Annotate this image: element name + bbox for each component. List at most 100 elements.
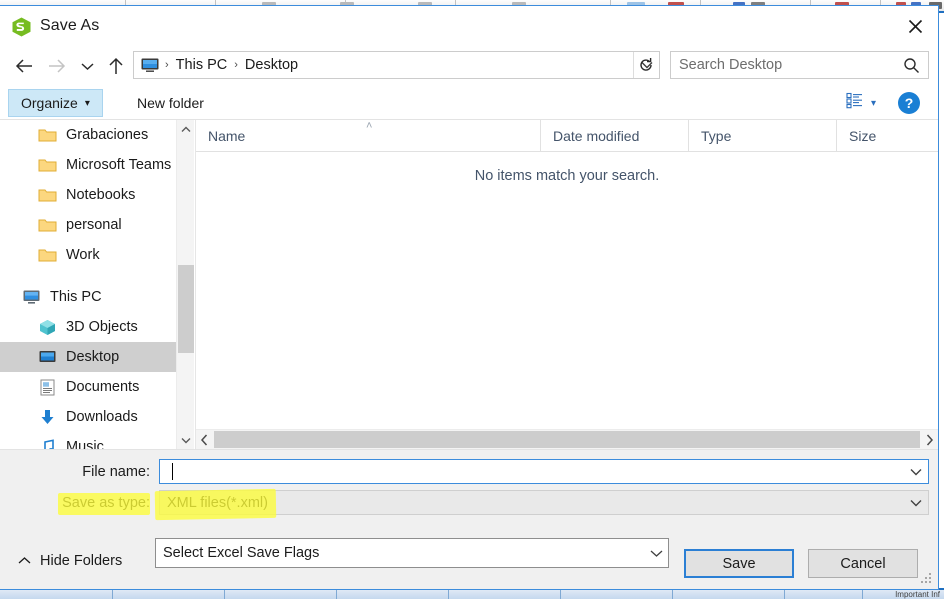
up-one-level-button[interactable] — [102, 52, 130, 80]
column-header-date-modified: Date modified — [541, 119, 689, 152]
search-icon[interactable] — [903, 57, 920, 74]
change-view-button[interactable]: ▾ — [840, 89, 882, 117]
sidebar-item-work[interactable]: Work — [0, 240, 176, 270]
forward-button[interactable] — [42, 52, 70, 80]
file-list-pane: Name Date modified Type Size ˄ No items … — [195, 119, 938, 449]
download-icon — [38, 409, 57, 426]
folder-icon — [38, 217, 57, 234]
sidebar-item-label: Documents — [66, 379, 140, 395]
hide-folders-button[interactable]: Hide Folders — [18, 553, 122, 569]
sidebar-item-microsoft-teams[interactable]: Microsoft Teams — [0, 150, 176, 180]
resize-grip-icon[interactable] — [921, 573, 933, 585]
sidebar-item-downloads[interactable]: Downloads — [0, 402, 176, 432]
chevron-down-icon: ▾ — [870, 97, 876, 109]
organize-button[interactable]: Organize ▾ — [8, 89, 103, 117]
hscroll-right-button[interactable] — [921, 430, 938, 449]
chevron-up-icon — [181, 126, 191, 132]
column-header-row: Name Date modified Type Size ˄ — [196, 119, 938, 152]
background-status-text: Important Inf — [895, 590, 940, 599]
refresh-button[interactable] — [633, 52, 659, 78]
cube-icon — [38, 319, 57, 336]
sidebar-item-label: Downloads — [66, 409, 138, 425]
sidebar-vertical-scrollbar[interactable] — [176, 120, 194, 449]
excel-save-flags-select[interactable]: Select Excel Save Flags — [155, 538, 669, 568]
navigation-pane: Grabaciones Microsoft Teams Notebooks pe… — [0, 120, 176, 449]
chevron-down-icon — [80, 62, 94, 70]
sidebar-item-label: Grabaciones — [66, 127, 149, 143]
breadcrumb-separator-0: › — [165, 59, 169, 71]
folder-icon — [38, 247, 57, 264]
monitor-icon — [140, 57, 160, 73]
search-input[interactable] — [679, 57, 884, 73]
sidebar-item-music[interactable]: Music — [0, 432, 176, 449]
monitor-icon — [22, 289, 41, 306]
back-button[interactable] — [10, 52, 38, 80]
uipath-hexagon-icon — [12, 17, 31, 37]
chevron-down-icon — [910, 499, 922, 506]
sidebar-item-grabaciones[interactable]: Grabaciones — [0, 120, 176, 150]
save-button[interactable]: Save — [684, 549, 794, 578]
file-list-horizontal-scrollbar[interactable] — [196, 429, 938, 449]
excel-save-flags-dropdown-button[interactable] — [644, 539, 668, 567]
file-name-label: File name: — [82, 464, 150, 480]
save-as-type-value: XML files(*.xml) — [167, 494, 268, 511]
scroll-down-button[interactable] — [177, 431, 195, 449]
chevron-left-icon — [200, 433, 208, 446]
sidebar-item-3d-objects[interactable]: 3D Objects — [0, 312, 176, 342]
text-caret — [172, 463, 173, 480]
arrow-up-icon — [109, 57, 123, 74]
address-bar[interactable]: › This PC › Desktop — [133, 51, 660, 79]
sort-indicator-icon: ˄ — [366, 120, 373, 132]
arrow-left-icon — [15, 59, 32, 73]
excel-save-flags-value: Select Excel Save Flags — [163, 545, 320, 561]
close-button[interactable] — [892, 6, 938, 46]
help-label: ? — [904, 95, 914, 111]
navigation-bar: › This PC › Desktop — [0, 46, 938, 86]
column-header-size: Size — [849, 127, 877, 144]
help-button[interactable]: ? — [898, 92, 920, 114]
search-box[interactable] — [670, 51, 929, 79]
recent-locations-button[interactable] — [76, 52, 98, 80]
chevron-down-icon — [181, 437, 191, 443]
sidebar-item-label: Notebooks — [66, 187, 136, 203]
close-icon — [908, 19, 922, 33]
save-as-type-label: Save as type: — [62, 495, 150, 511]
sidebar-item-label: 3D Objects — [66, 319, 138, 335]
dialog-titlebar: Save As — [0, 6, 938, 46]
chevron-down-icon — [910, 468, 922, 475]
dialog-body: Grabaciones Microsoft Teams Notebooks pe… — [0, 119, 938, 449]
file-name-dropdown-button[interactable] — [904, 460, 928, 483]
hscroll-left-button[interactable] — [196, 430, 213, 449]
command-toolbar: Organize ▾ New folder ▾ ? — [0, 86, 938, 120]
folder-icon — [38, 127, 57, 144]
music-icon — [38, 438, 57, 449]
folder-icon — [38, 157, 57, 174]
hscrollbar-thumb[interactable] — [214, 431, 920, 448]
new-folder-button[interactable]: New folder — [127, 89, 214, 117]
scrollbar-thumb[interactable] — [178, 265, 194, 353]
hide-folders-label: Hide Folders — [40, 553, 123, 569]
cancel-button[interactable]: Cancel — [808, 549, 918, 578]
dialog-footer: File name: Save as type: XML files(*.xml… — [0, 449, 938, 589]
breadcrumb-this-pc[interactable]: This PC — [174, 57, 230, 73]
sidebar-item-personal[interactable]: personal — [0, 210, 176, 240]
sidebar-item-desktop[interactable]: Desktop — [0, 342, 176, 372]
sidebar-item-notebooks[interactable]: Notebooks — [0, 180, 176, 210]
sidebar-item-label: Work — [66, 247, 100, 263]
sidebar-item-label: Desktop — [66, 349, 120, 365]
new-folder-label: New folder — [137, 95, 204, 111]
save-as-type-select[interactable]: XML files(*.xml) — [159, 490, 929, 515]
sidebar-item-documents[interactable]: Documents — [0, 372, 176, 402]
breadcrumb-separator-1: › — [234, 59, 238, 71]
save-as-type-dropdown-button[interactable] — [904, 491, 928, 514]
breadcrumb-desktop[interactable]: Desktop — [243, 57, 300, 73]
sidebar-item-label: Microsoft Teams — [66, 157, 172, 173]
sidebar-item-label: Music — [66, 439, 104, 449]
save-as-dialog: Save As › This PC › Desktop Search Deskt… — [0, 5, 939, 590]
sidebar-item-this-pc[interactable]: This PC — [0, 282, 176, 312]
chevron-up-icon — [18, 553, 31, 569]
organize-label: Organize — [21, 95, 78, 111]
arrow-right-icon — [48, 59, 65, 73]
scroll-up-button[interactable] — [177, 120, 195, 138]
file-name-input[interactable] — [159, 459, 929, 484]
